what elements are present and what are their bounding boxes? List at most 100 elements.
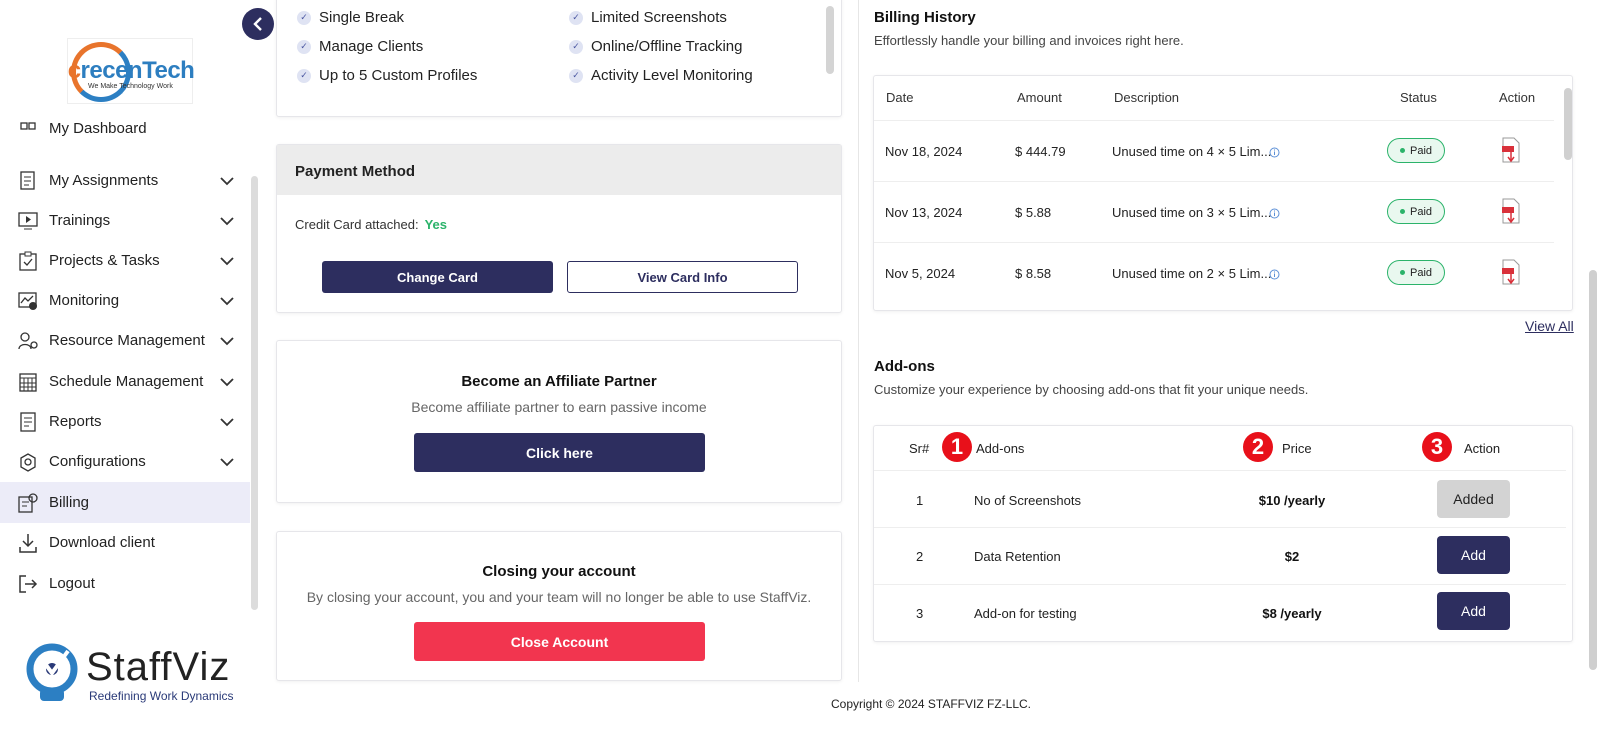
check-icon: ✓ — [569, 68, 583, 83]
chevron-down-icon — [220, 417, 234, 426]
chevron-down-icon — [220, 336, 234, 345]
sidebar-item-label: Configurations — [49, 453, 146, 470]
plan-scrollbar[interactable] — [826, 6, 834, 74]
billing-icon — [18, 492, 38, 513]
column-divider — [858, 0, 859, 682]
payment-method-card: Payment Method Credit Card attached: Yes … — [276, 144, 842, 313]
addon-add-button[interactable]: Add — [1437, 536, 1510, 574]
feature-item: ✓ Activity Level Monitoring — [569, 67, 753, 84]
sidebar-item-configurations[interactable]: Configurations — [0, 441, 250, 482]
feature-item: ✓ Single Break — [297, 9, 404, 26]
sidebar-item-label: Billing — [49, 494, 90, 511]
plan-features-card: ✓ Single Break ✓ Manage Clients ✓ Up to 5 C… — [276, 0, 842, 117]
check-icon: ✓ — [297, 68, 311, 83]
sidebar-item-label: Schedule Management — [49, 373, 204, 390]
sidebar-item-label: Logout — [49, 575, 95, 592]
feature-item: ✓ Up to 5 Custom Profiles — [297, 67, 477, 84]
card-attached-status: Credit Card attached: Yes — [295, 217, 447, 232]
close-account-card: Closing your account By closing your acc… — [276, 531, 842, 681]
sidebar-item-logout[interactable]: Logout — [0, 563, 250, 604]
calendar-grid-icon — [18, 372, 38, 392]
annotation-marker-3: 3 — [1422, 432, 1452, 462]
pdf-download-icon[interactable] — [1501, 259, 1521, 285]
column-header-amount: Amount — [1017, 90, 1062, 105]
addon-add-button[interactable]: Add — [1437, 592, 1510, 630]
sidebar-item-my-assignments[interactable]: My Assignments — [0, 160, 250, 201]
report-icon — [18, 411, 38, 432]
pdf-download-icon[interactable] — [1501, 137, 1521, 163]
billing-date: Nov 18, 2024 — [885, 144, 963, 159]
status-badge: Paid — [1387, 199, 1445, 224]
chevron-down-icon — [220, 176, 234, 185]
sidebar-item-reports[interactable]: Reports — [0, 401, 250, 442]
table-row: Nov 13, 2024 $ 5.88 Unused time on 3 × 5… — [874, 181, 1554, 242]
billing-table-scrollbar[interactable] — [1564, 88, 1572, 160]
sidebar-item-my-dashboard[interactable]: My Dashboard — [0, 120, 250, 150]
pdf-download-icon[interactable] — [1501, 198, 1521, 224]
close-account-subtitle: By closing your account, you and your te… — [306, 589, 812, 605]
info-icon[interactable] — [1269, 208, 1280, 219]
info-icon[interactable] — [1269, 147, 1280, 158]
chevron-down-icon — [220, 296, 234, 305]
sidebar-scrollbar[interactable] — [251, 176, 258, 610]
addon-price: $8 /yearly — [1262, 606, 1322, 621]
close-account-button[interactable]: Close Account — [414, 622, 705, 661]
table-row: 1 No of Screenshots $10 /yearly Added — [874, 470, 1566, 527]
billing-description: Unused time on 2 × 5 Lim... — [1112, 266, 1272, 281]
sidebar-item-projects-tasks[interactable]: Projects & Tasks — [0, 240, 250, 281]
sidebar-item-download-client[interactable]: Download client — [0, 522, 250, 563]
change-card-button[interactable]: Change Card — [322, 261, 553, 293]
addons-subtitle: Customize your experience by choosing ad… — [874, 382, 1309, 397]
affiliate-click-here-button[interactable]: Click here — [414, 433, 705, 472]
sidebar-collapse-button[interactable] — [242, 8, 274, 40]
staffviz-tagline: Redefining Work Dynamics — [89, 689, 234, 703]
monitor-chart-icon — [18, 291, 38, 311]
addon-sr: 2 — [916, 549, 924, 564]
addon-name: No of Screenshots — [974, 493, 1081, 508]
check-icon: ✓ — [569, 39, 583, 54]
sidebar-item-monitoring[interactable]: Monitoring — [0, 280, 250, 321]
clipboard-icon — [18, 251, 38, 271]
close-account-title: Closing your account — [482, 563, 636, 580]
billing-history-table: Date Amount Description Status Action No… — [873, 75, 1573, 311]
column-header-description: Description — [1114, 90, 1180, 105]
billing-description: Unused time on 4 × 5 Lim... — [1112, 144, 1272, 159]
billing-date: Nov 5, 2024 — [885, 266, 956, 281]
view-card-info-button[interactable]: View Card Info — [567, 261, 798, 293]
addon-name: Data Retention — [974, 549, 1061, 564]
staffviz-logo: StaffViz Redefining Work Dynamics — [24, 643, 244, 703]
column-header-price: Price — [1282, 441, 1312, 456]
status-badge: Paid — [1387, 260, 1445, 285]
table-row: 3 Add-on for testing $8 /yearly Add — [874, 584, 1566, 641]
annotation-marker-2: 2 — [1243, 432, 1273, 462]
sidebar-item-schedule-management[interactable]: Schedule Management — [0, 361, 250, 402]
chevron-down-icon — [220, 377, 234, 386]
column-header-action: Action — [1499, 90, 1536, 105]
column-header-sr: Sr# — [909, 441, 930, 456]
feature-item: ✓ Limited Screenshots — [569, 9, 727, 26]
addons-title: Add-ons — [874, 358, 935, 375]
billing-amount: $ 444.79 — [1015, 144, 1066, 159]
check-icon: ✓ — [569, 10, 583, 25]
table-row: Nov 5, 2024 $ 8.58 Unused time on 2 × 5 … — [874, 242, 1554, 303]
column-header-date: Date — [886, 90, 914, 105]
sidebar: crecenTech We Make Technology Work My Da… — [0, 0, 262, 731]
column-header-addons: Add-ons — [976, 441, 1025, 456]
check-icon: ✓ — [297, 39, 311, 54]
sidebar-item-billing[interactable]: Billing — [0, 482, 250, 523]
annotation-marker-1: 1 — [942, 432, 972, 462]
view-all-link[interactable]: View All — [1525, 318, 1574, 334]
staffviz-name: StaffViz — [86, 645, 231, 689]
page-scrollbar[interactable] — [1589, 270, 1597, 670]
sidebar-item-resource-management[interactable]: Resource Management — [0, 320, 250, 361]
sidebar-item-trainings[interactable]: Trainings — [0, 200, 250, 241]
billing-amount: $ 5.88 — [1015, 205, 1052, 220]
assignments-icon — [18, 170, 38, 191]
sidebar-item-label: Reports — [49, 413, 102, 430]
table-row: Nov 18, 2024 $ 444.79 Unused time on 4 ×… — [874, 120, 1554, 181]
column-header-status: Status — [1400, 90, 1437, 105]
feature-item: ✓ Manage Clients — [297, 38, 423, 55]
addon-added-button[interactable]: Added — [1437, 480, 1510, 518]
info-icon[interactable] — [1269, 269, 1280, 280]
check-icon: ✓ — [297, 10, 311, 25]
